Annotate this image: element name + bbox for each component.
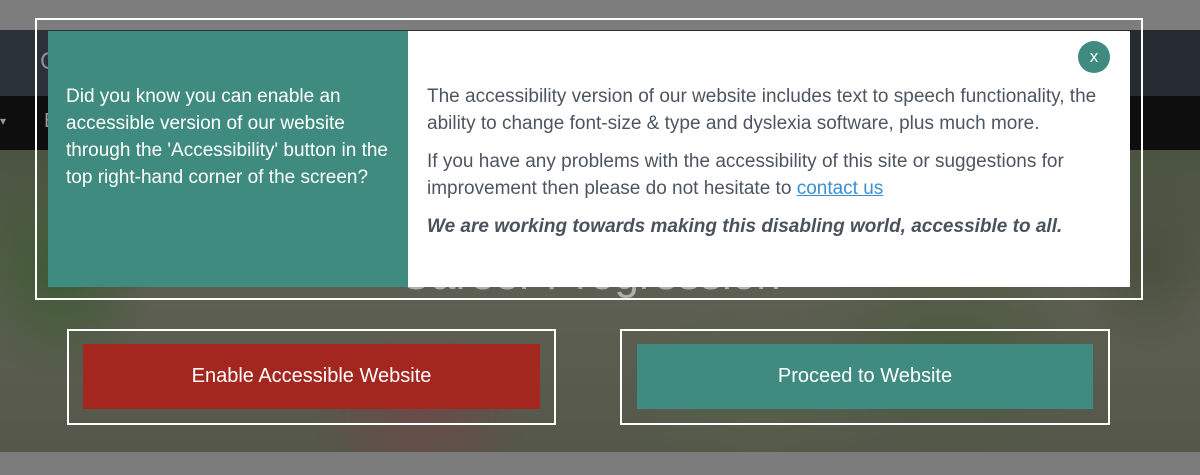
- background-footer: [0, 452, 1200, 475]
- enable-accessible-website-button[interactable]: Enable Accessible Website: [83, 344, 540, 409]
- proceed-to-website-button[interactable]: Proceed to Website: [637, 344, 1093, 409]
- accessibility-modal: Did you know you can enable an accessibl…: [48, 31, 1130, 287]
- close-button[interactable]: x: [1078, 41, 1110, 73]
- modal-right-panel: x The accessibility version of our websi…: [408, 31, 1130, 287]
- feedback-text: If you have any problems with the access…: [427, 151, 1064, 199]
- modal-left-panel: Did you know you can enable an accessibl…: [48, 31, 408, 287]
- mission-statement: We are working towards making this disab…: [427, 216, 1063, 237]
- contact-us-link[interactable]: contact us: [797, 178, 884, 199]
- accessibility-description: The accessibility version of our website…: [427, 86, 1097, 134]
- nav-caret-icon: ▾: [0, 114, 7, 128]
- feedback-paragraph: If you have any problems with the access…: [427, 148, 1110, 202]
- page: C ▾ E Career Progression Did you know yo…: [0, 0, 1200, 475]
- accessibility-tip-text: Did you know you can enable an accessibl…: [66, 86, 388, 188]
